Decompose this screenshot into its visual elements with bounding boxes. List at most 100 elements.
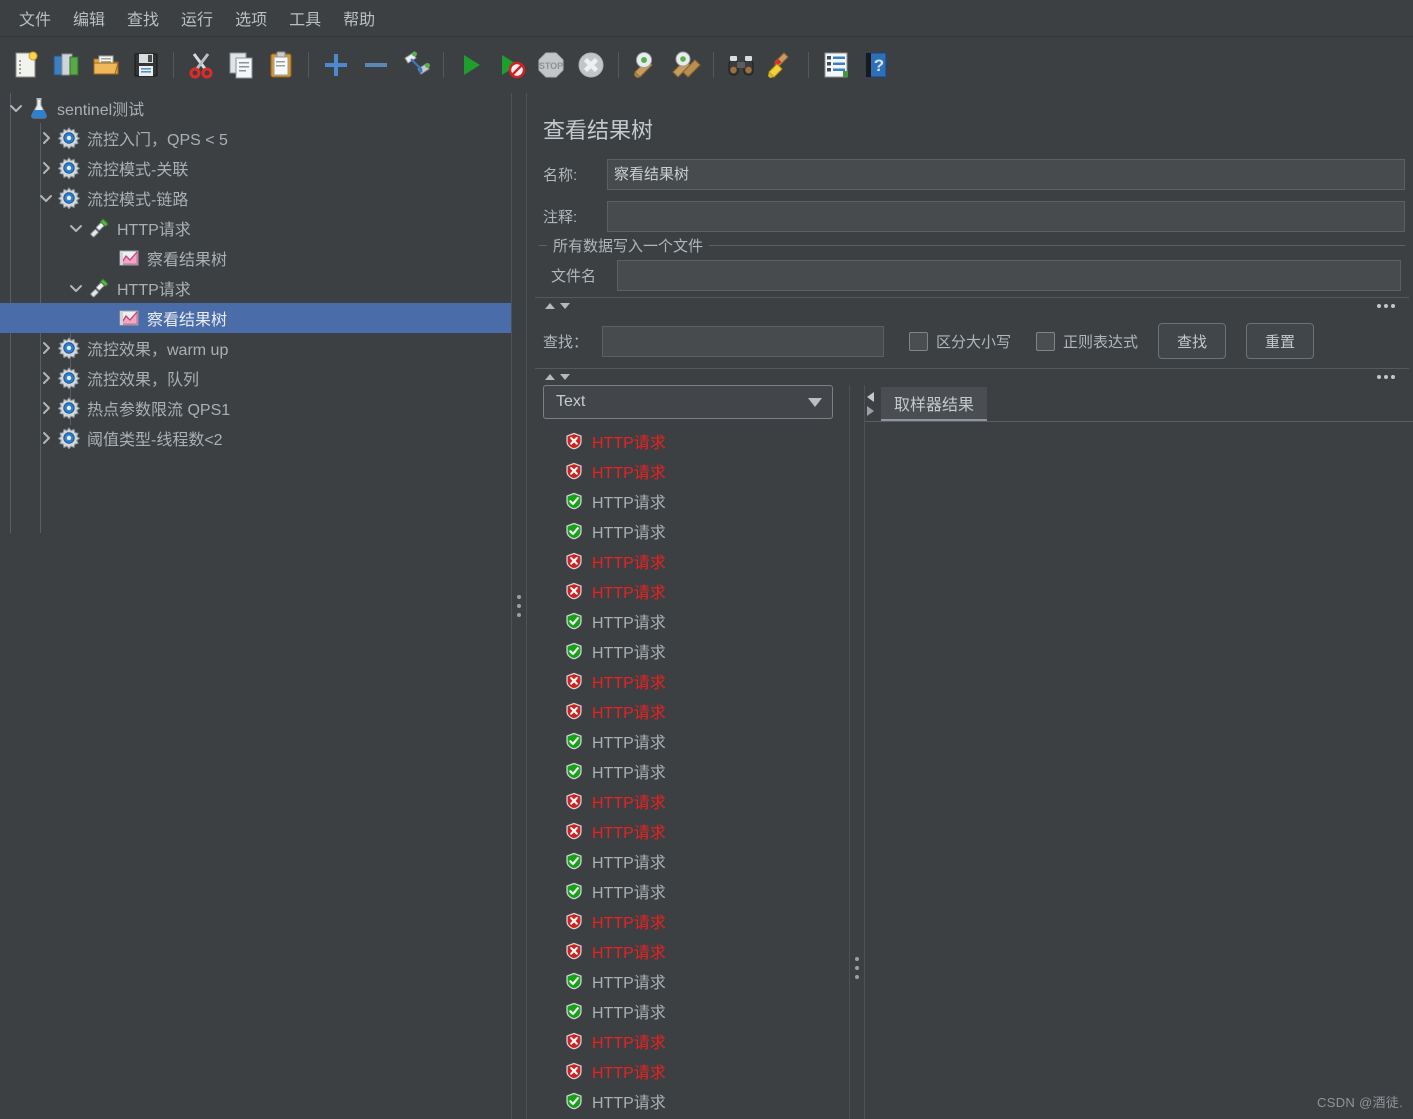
tree-node-1[interactable]: 流控入门，QPS < 5 <box>0 123 511 153</box>
name-input[interactable] <box>607 159 1405 190</box>
result-row[interactable]: HTTP请求 <box>543 816 849 846</box>
chevron-right-icon[interactable] <box>38 370 54 386</box>
tree-node-7[interactable]: 察看结果树 <box>0 303 511 333</box>
tab-sampler-result[interactable]: 取样器结果 <box>881 387 988 421</box>
menu-tools[interactable]: 工具 <box>278 3 332 33</box>
collapse-up-icon[interactable] <box>545 374 555 380</box>
result-row[interactable]: HTTP请求 <box>543 426 849 456</box>
file-options-collapse-strip[interactable] <box>535 297 1409 314</box>
result-row[interactable]: HTTP请求 <box>543 966 849 996</box>
chevron-right-icon[interactable] <box>38 160 54 176</box>
result-row[interactable]: HTTP请求 <box>543 906 849 936</box>
start-play-icon[interactable] <box>452 46 490 84</box>
chevron-right-icon[interactable] <box>38 400 54 416</box>
chevron-down-icon[interactable] <box>808 397 822 407</box>
result-row[interactable]: HTTP请求 <box>543 876 849 906</box>
menu-edit[interactable]: 编辑 <box>62 3 116 33</box>
shutdown-icon[interactable] <box>572 46 610 84</box>
tree-node-11[interactable]: 阈值类型-线程数<2 <box>0 423 511 453</box>
tab-scroll-right-icon[interactable] <box>867 406 874 416</box>
result-row[interactable]: HTTP请求 <box>543 486 849 516</box>
tree-node-3[interactable]: 流控模式-链路 <box>0 183 511 213</box>
tree-node-10[interactable]: 热点参数限流 QPS1 <box>0 393 511 423</box>
test-plan-tree[interactable]: sentinel测试 流控入门，QPS < 5 流控模式-关联 流控模式-链路 HTTP… <box>0 93 511 1119</box>
comment-input[interactable] <box>607 201 1405 232</box>
chevron-right-icon[interactable] <box>38 340 54 356</box>
result-row[interactable]: HTTP请求 <box>543 936 849 966</box>
result-row[interactable]: HTTP请求 <box>543 606 849 636</box>
main-vertical-splitter[interactable] <box>511 93 527 1119</box>
new-document-icon[interactable] <box>7 46 45 84</box>
collapse-down-icon[interactable] <box>560 374 570 380</box>
regex-box-icon[interactable] <box>1036 331 1056 351</box>
tree-node-0[interactable]: sentinel测试 <box>0 93 511 123</box>
search-input[interactable] <box>602 325 885 357</box>
results-inner-splitter[interactable] <box>849 385 865 1119</box>
reset-button[interactable]: 重置 <box>1246 323 1315 359</box>
case-sensitive-box-icon[interactable] <box>909 331 929 351</box>
tree-node-5[interactable]: 察看结果树 <box>0 243 511 273</box>
collapse-minus-icon[interactable] <box>357 46 395 84</box>
result-row[interactable]: HTTP请求 <box>543 1056 849 1086</box>
result-row[interactable]: HTTP请求 <box>543 1086 849 1116</box>
collapse-up-icon[interactable] <box>545 303 555 309</box>
save-floppy-icon[interactable] <box>127 46 165 84</box>
collapse-arrows-2[interactable] <box>545 374 570 380</box>
renderer-select[interactable]: Text <box>543 385 833 419</box>
chevron-right-icon[interactable] <box>38 430 54 446</box>
tree-node-4[interactable]: HTTP请求 <box>0 213 511 243</box>
paste-clipboard-icon[interactable] <box>262 46 300 84</box>
search-collapse-strip[interactable] <box>535 368 1409 385</box>
result-row[interactable]: HTTP请求 <box>543 756 849 786</box>
clear-all-icon[interactable] <box>667 46 705 84</box>
function-helper-icon[interactable] <box>817 46 855 84</box>
help-book-icon[interactable]: ? <box>857 46 895 84</box>
menu-search[interactable]: 查找 <box>116 3 170 33</box>
result-row[interactable]: HTTP请求 <box>543 726 849 756</box>
result-row[interactable]: HTTP请求 <box>543 996 849 1026</box>
result-row[interactable]: HTTP请求 <box>543 846 849 876</box>
sampler-result-list[interactable]: HTTP请求 HTTP请求 HTTP请求 HTTP请求 HTTP请求 HTTP请求 HTTP… <box>543 426 849 1119</box>
filename-input[interactable] <box>617 260 1401 291</box>
chevron-down-icon[interactable] <box>38 190 54 206</box>
chevron-down-icon[interactable] <box>68 280 84 296</box>
result-row[interactable]: HTTP请求 <box>543 696 849 726</box>
result-row[interactable]: HTTP请求 <box>543 516 849 546</box>
chevron-right-icon[interactable] <box>38 130 54 146</box>
tree-node-6[interactable]: HTTP请求 <box>0 273 511 303</box>
expand-plus-icon[interactable] <box>317 46 355 84</box>
start-no-timers-icon[interactable] <box>492 46 530 84</box>
result-row[interactable]: HTTP请求 <box>543 576 849 606</box>
menu-file[interactable]: 文件 <box>8 3 62 33</box>
case-sensitive-checkbox[interactable]: 区分大小写 <box>909 331 1011 352</box>
tab-scroll-left-icon[interactable] <box>867 392 874 402</box>
open-folder-icon[interactable] <box>87 46 125 84</box>
cut-scissors-icon[interactable] <box>182 46 220 84</box>
menu-options[interactable]: 选项 <box>224 3 278 33</box>
chevron-down-icon[interactable] <box>8 100 24 116</box>
copy-icon[interactable] <box>222 46 260 84</box>
toggle-enable-icon[interactable] <box>397 46 435 84</box>
search-binoculars-icon[interactable] <box>722 46 760 84</box>
result-row[interactable]: HTTP请求 <box>543 1026 849 1056</box>
stop-icon[interactable]: STOP <box>532 46 570 84</box>
result-row[interactable]: HTTP请求 <box>543 666 849 696</box>
find-button[interactable]: 查找 <box>1158 323 1227 359</box>
tree-node-2[interactable]: 流控模式-关联 <box>0 153 511 183</box>
result-row[interactable]: HTTP请求 <box>543 636 849 666</box>
reset-search-broom-icon[interactable] <box>762 46 800 84</box>
result-row[interactable]: HTTP请求 <box>543 786 849 816</box>
tab-scroll-buttons[interactable] <box>865 387 881 421</box>
clear-icon[interactable] <box>627 46 665 84</box>
result-row[interactable]: HTTP请求 <box>543 546 849 576</box>
result-row[interactable]: HTTP请求 <box>543 456 849 486</box>
regex-checkbox[interactable]: 正则表达式 <box>1036 331 1138 352</box>
menu-help[interactable]: 帮助 <box>332 3 386 33</box>
tree-node-8[interactable]: 流控效果，warm up <box>0 333 511 363</box>
chevron-down-icon[interactable] <box>68 220 84 236</box>
tree-node-9[interactable]: 流控效果，队列 <box>0 363 511 393</box>
open-template-icon[interactable] <box>47 46 85 84</box>
menu-run[interactable]: 运行 <box>170 3 224 33</box>
collapse-arrows[interactable] <box>545 303 570 309</box>
collapse-down-icon[interactable] <box>560 303 570 309</box>
